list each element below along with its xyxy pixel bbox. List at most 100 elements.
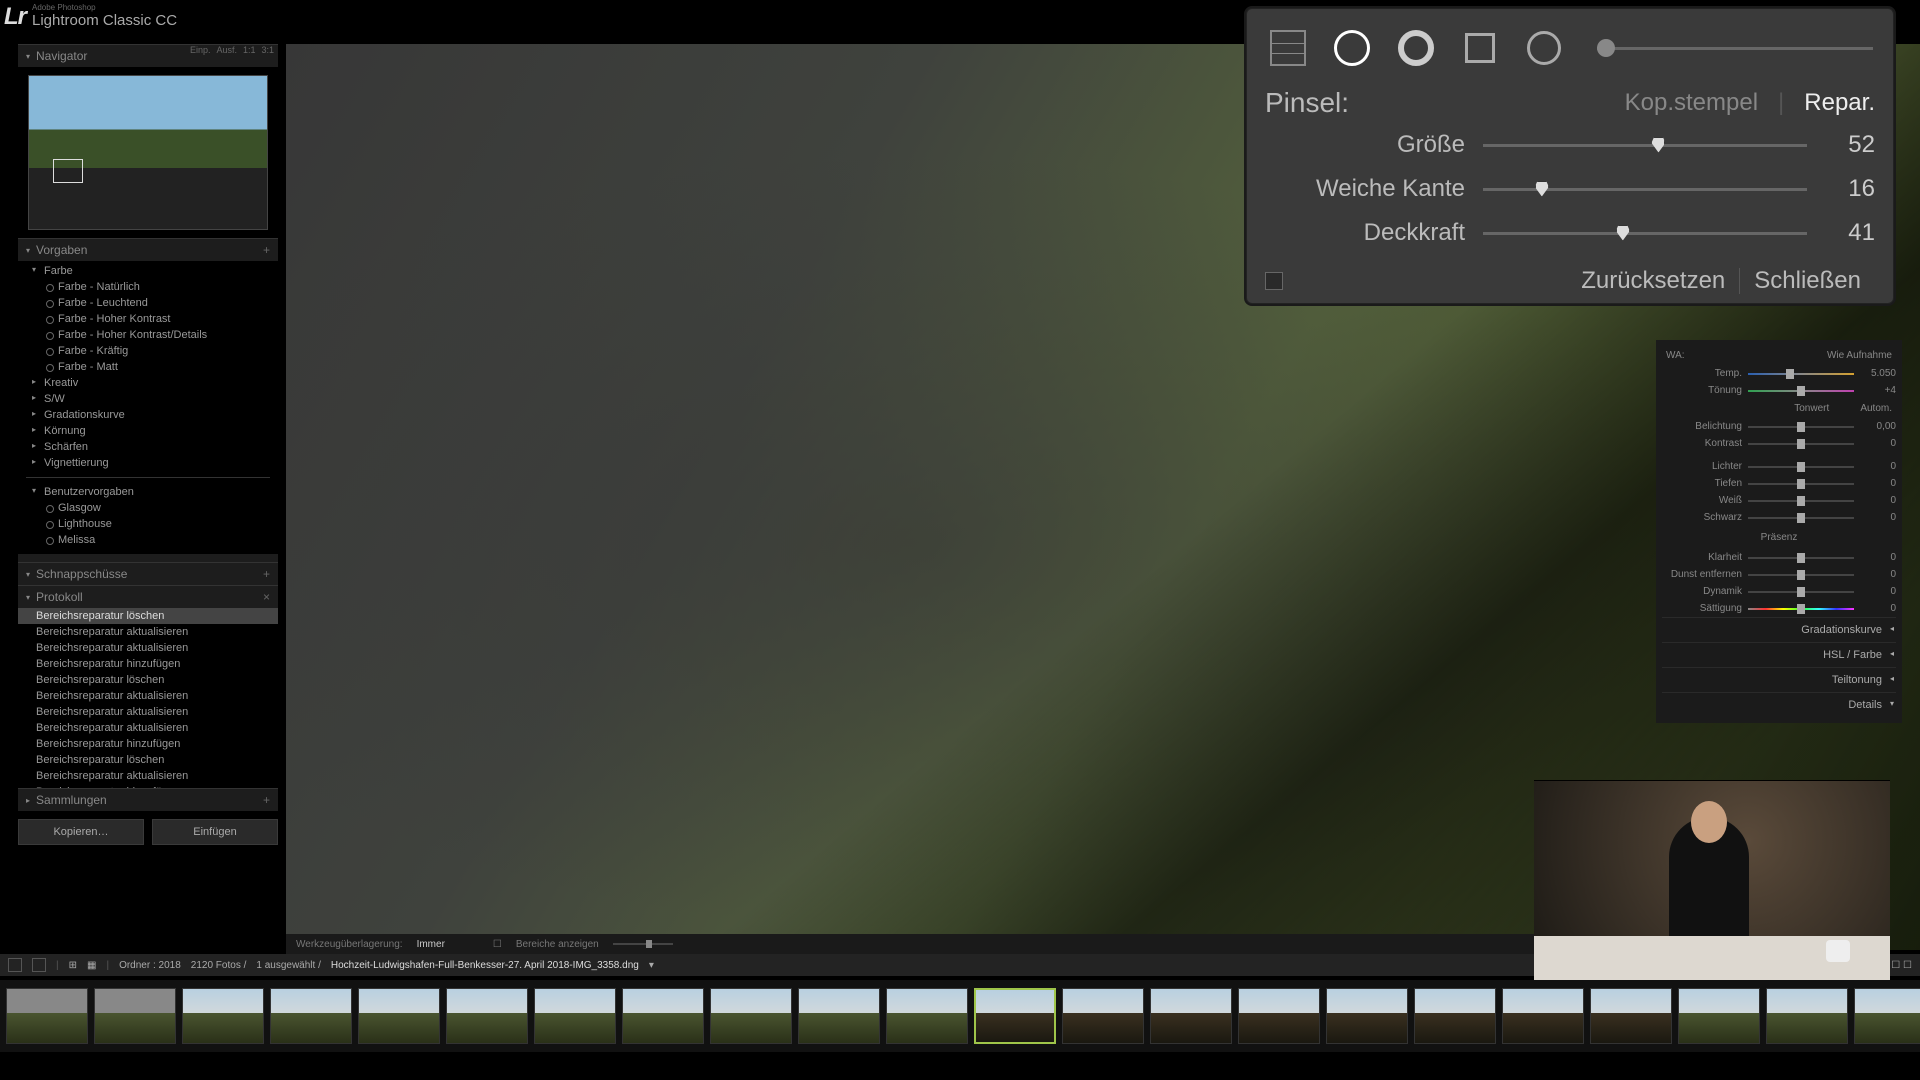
preset-item[interactable]: Farbe - Leuchtend <box>18 295 278 311</box>
vibrance-slider[interactable] <box>1748 591 1854 593</box>
crop-tool-icon[interactable] <box>1267 27 1309 69</box>
presets-header[interactable]: ▾ Vorgaben + <box>18 238 278 261</box>
history-item[interactable]: Bereichsreparatur aktualisieren <box>18 720 278 736</box>
zoom-fill[interactable]: Ausf. <box>216 45 237 55</box>
grid-view-icon[interactable] <box>8 958 22 972</box>
history-item[interactable]: Bereichsreparatur aktualisieren <box>18 704 278 720</box>
preset-item[interactable]: Farbe - Kräftig <box>18 343 278 359</box>
history-item[interactable]: Bereichsreparatur hinzufügen <box>18 736 278 752</box>
filmstrip-thumb[interactable] <box>1678 988 1760 1044</box>
history-item[interactable]: Bereichsreparatur aktualisieren <box>18 624 278 640</box>
graduated-filter-icon[interactable] <box>1459 27 1501 69</box>
preset-item[interactable]: Melissa <box>18 532 278 548</box>
preset-group[interactable]: Farbe <box>18 263 278 279</box>
filmstrip-thumb[interactable] <box>622 988 704 1044</box>
secondary-display-icon[interactable] <box>32 958 46 972</box>
filmstrip-thumb[interactable] <box>798 988 880 1044</box>
preset-group[interactable]: Kreativ <box>18 375 278 391</box>
filmstrip-thumb[interactable] <box>1766 988 1848 1044</box>
history-item[interactable]: Bereichsreparatur löschen <box>18 752 278 768</box>
filmstrip-thumb[interactable] <box>446 988 528 1044</box>
close-button[interactable]: Schließen <box>1740 267 1875 295</box>
filmstrip-thumb[interactable] <box>270 988 352 1044</box>
snapshots-header[interactable]: ▾ Schnappschüsse + <box>18 562 278 585</box>
redeye-tool-icon[interactable] <box>1395 27 1437 69</box>
filmstrip-thumb[interactable] <box>710 988 792 1044</box>
highlights-slider[interactable] <box>1748 466 1854 468</box>
preset-item[interactable]: Farbe - Matt <box>18 359 278 375</box>
filmstrip-thumb[interactable] <box>1238 988 1320 1044</box>
preset-group[interactable]: S/W <box>18 391 278 407</box>
preset-group[interactable]: Schärfen <box>18 439 278 455</box>
add-preset-icon[interactable]: + <box>263 243 270 257</box>
history-item[interactable]: Bereichsreparatur hinzufügen <box>18 656 278 672</box>
navigator-header[interactable]: ▾ Navigator Einp. Ausf. 1:1 3:1 <box>18 44 278 67</box>
spot-removal-tool-icon[interactable] <box>1331 27 1373 69</box>
section-hsl[interactable]: HSL / Farbe◂ <box>1662 642 1896 667</box>
filmstrip-thumb[interactable] <box>1062 988 1144 1044</box>
show-areas-slider[interactable] <box>613 943 673 945</box>
exposure-slider[interactable] <box>1748 426 1854 428</box>
clarity-slider[interactable] <box>1748 557 1854 559</box>
navigator-preview[interactable] <box>28 75 268 230</box>
preset-item[interactable]: Farbe - Hoher Kontrast <box>18 311 278 327</box>
filmstrip[interactable] <box>0 980 1920 1052</box>
history-header[interactable]: ▾ Protokoll × <box>18 585 278 608</box>
filmstrip-thumb[interactable] <box>1414 988 1496 1044</box>
preset-group[interactable]: Vignettierung <box>18 455 278 471</box>
clone-mode[interactable]: Kop.stempel <box>1625 89 1758 117</box>
filmstrip-thumb[interactable] <box>94 988 176 1044</box>
clear-history-icon[interactable]: × <box>263 590 270 604</box>
dehaze-slider[interactable] <box>1748 574 1854 576</box>
history-item[interactable]: Bereichsreparatur löschen <box>18 672 278 688</box>
section-split-toning[interactable]: Teiltonung◂ <box>1662 667 1896 692</box>
section-details[interactable]: Details▾ <box>1662 692 1896 717</box>
radial-filter-icon[interactable] <box>1523 27 1565 69</box>
size-slider[interactable] <box>1483 144 1807 147</box>
filmstrip-thumb[interactable] <box>974 988 1056 1044</box>
filmstrip-thumb[interactable] <box>886 988 968 1044</box>
collections-header[interactable]: ▸ Sammlungen + <box>18 788 278 811</box>
filmstrip-thumb[interactable] <box>1502 988 1584 1044</box>
filmstrip-thumb[interactable] <box>1590 988 1672 1044</box>
filmstrip-thumb[interactable] <box>358 988 440 1044</box>
show-areas-checkbox[interactable]: Bereiche anzeigen <box>516 939 599 950</box>
preset-item[interactable]: Glasgow <box>18 500 278 516</box>
tint-slider[interactable] <box>1748 390 1854 392</box>
preset-group[interactable]: Gradationskurve <box>18 407 278 423</box>
history-item[interactable]: Bereichsreparatur aktualisieren <box>18 768 278 784</box>
history-item[interactable]: Bereichsreparatur löschen <box>18 608 278 624</box>
auto-tone-button[interactable]: Autom. <box>1860 403 1896 414</box>
heal-mode[interactable]: Repar. <box>1804 89 1875 117</box>
history-item[interactable]: Bereichsreparatur aktualisieren <box>18 688 278 704</box>
zoom-fit[interactable]: Einp. <box>190 45 211 55</box>
wb-value[interactable]: Wie Aufnahme <box>1827 350 1896 361</box>
whites-slider[interactable] <box>1748 500 1854 502</box>
filmstrip-thumb[interactable] <box>6 988 88 1044</box>
user-presets-group[interactable]: Benutzervorgaben <box>18 484 278 500</box>
preset-item[interactable]: Farbe - Hoher Kontrast/Details <box>18 327 278 343</box>
history-item[interactable]: Bereichsreparatur aktualisieren <box>18 640 278 656</box>
current-filename[interactable]: Hochzeit-Ludwigshafen-Full-Benkesser-27.… <box>331 960 639 971</box>
section-tone-curve[interactable]: Gradationskurve◂ <box>1662 617 1896 642</box>
preset-item[interactable]: Lighthouse <box>18 516 278 532</box>
shadows-slider[interactable] <box>1748 483 1854 485</box>
overlay-dropdown[interactable]: Immer <box>417 939 445 950</box>
zoom-3to1[interactable]: 3:1 <box>261 45 274 55</box>
contrast-slider[interactable] <box>1748 443 1854 445</box>
opacity-slider[interactable] <box>1483 232 1807 235</box>
preset-item[interactable]: Farbe - Natürlich <box>18 279 278 295</box>
filmstrip-thumb[interactable] <box>1854 988 1920 1044</box>
blacks-slider[interactable] <box>1748 517 1854 519</box>
navigator-view-box[interactable] <box>53 159 83 183</box>
saturation-slider[interactable] <box>1748 608 1854 610</box>
toggle-checkbox[interactable] <box>1265 272 1283 290</box>
temp-slider[interactable] <box>1748 373 1854 375</box>
filmstrip-thumb[interactable] <box>182 988 264 1044</box>
copy-button[interactable]: Kopieren… <box>18 819 144 845</box>
paste-button[interactable]: Einfügen <box>152 819 278 845</box>
filmstrip-thumb[interactable] <box>1326 988 1408 1044</box>
adjustment-brush-icon[interactable] <box>1597 47 1873 50</box>
zoom-1to1[interactable]: 1:1 <box>243 45 256 55</box>
preset-group[interactable]: Körnung <box>18 423 278 439</box>
